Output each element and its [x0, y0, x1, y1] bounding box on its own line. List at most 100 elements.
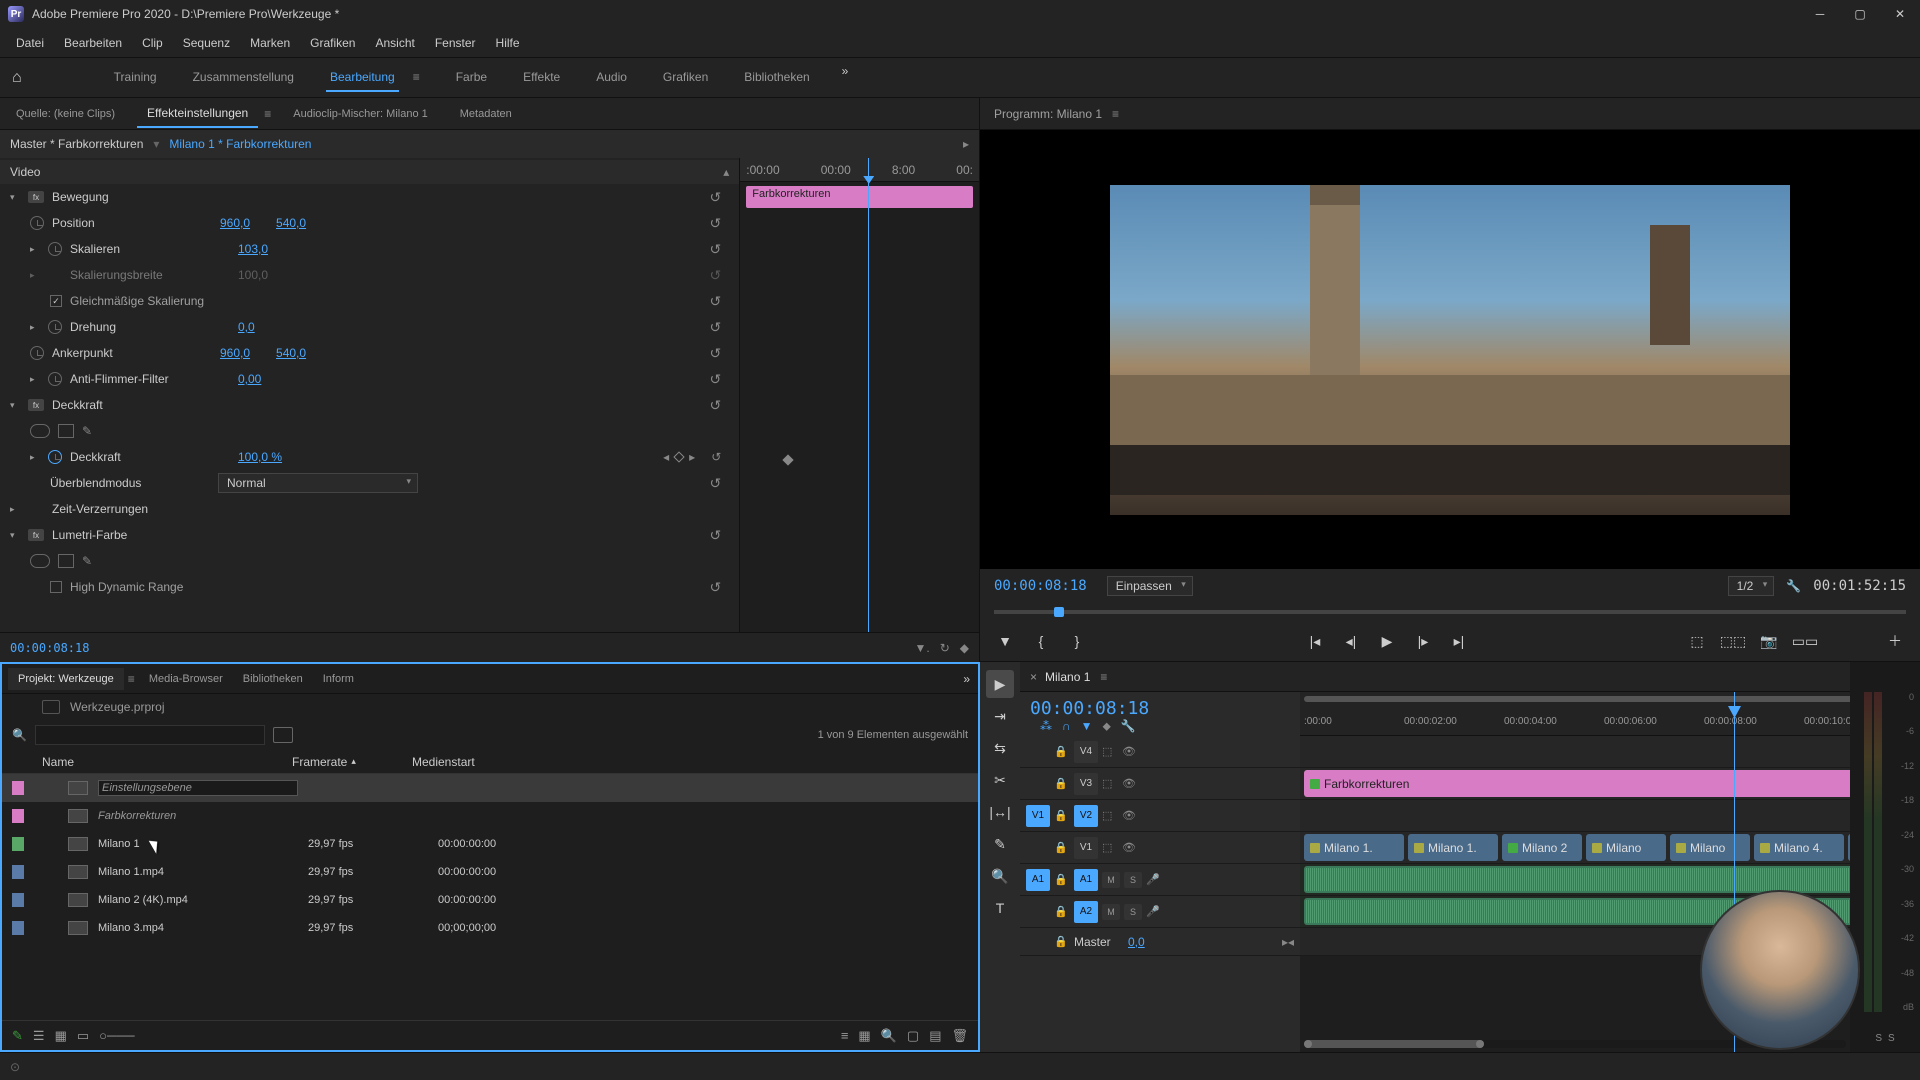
home-icon[interactable]: ⌂: [12, 69, 22, 87]
fx-badge-icon[interactable]: fx: [28, 399, 44, 411]
minimize-button[interactable]: ─: [1808, 2, 1832, 26]
tab-media-browser[interactable]: Media-Browser: [139, 668, 233, 690]
position-y[interactable]: 540,0: [276, 216, 306, 230]
settings-icon[interactable]: ⬥: [1103, 719, 1111, 734]
track-header-v4[interactable]: 🔒 V4 ⬚ 👁: [1020, 736, 1300, 768]
freeform-view-icon[interactable]: ▭: [77, 1028, 89, 1044]
toggle-sync-lock-icon[interactable]: 👁: [1122, 745, 1138, 758]
menu-hilfe[interactable]: Hilfe: [486, 32, 530, 54]
menu-sequenz[interactable]: Sequenz: [173, 32, 240, 54]
timeline-timecode[interactable]: 00:00:08:18: [1030, 698, 1290, 719]
razor-tool[interactable]: ✂: [986, 766, 1014, 794]
toggle-sync-lock-icon[interactable]: 👁: [1122, 841, 1138, 854]
reset-icon[interactable]: ↺: [710, 241, 722, 258]
menu-datei[interactable]: Datei: [6, 32, 54, 54]
ws-tab-bearbeitung[interactable]: Bearbeitung: [326, 64, 399, 92]
stopwatch-opacity[interactable]: [48, 450, 62, 464]
maximize-button[interactable]: ▢: [1848, 2, 1872, 26]
track-target[interactable]: V1: [1074, 837, 1098, 859]
hdr-checkbox[interactable]: [50, 581, 62, 593]
comparison-icon[interactable]: ▭▭: [1794, 630, 1816, 652]
hand-tool[interactable]: 🔍: [986, 862, 1014, 890]
go-to-in-icon[interactable]: |◂: [1304, 630, 1326, 652]
lock-icon[interactable]: 🔒: [1054, 873, 1070, 886]
mark-in-icon[interactable]: {: [1030, 630, 1052, 652]
expand-opacity-val[interactable]: ▸: [30, 452, 40, 463]
stopwatch-position[interactable]: [30, 216, 44, 230]
marker-icon[interactable]: ▼: [1081, 719, 1093, 734]
tab-overflow-icon[interactable]: »: [963, 672, 970, 686]
automate-icon[interactable]: ▦: [858, 1028, 870, 1044]
reset-icon[interactable]: ↺: [710, 215, 722, 232]
ws-tab-effekte[interactable]: Effekte: [519, 64, 564, 92]
snap-icon[interactable]: ⁂: [1040, 719, 1052, 734]
sort-icon[interactable]: ≡: [841, 1028, 849, 1043]
mask-ellipse-icon[interactable]: [30, 554, 50, 568]
reset-icon[interactable]: ↺: [710, 397, 722, 414]
lock-icon[interactable]: 🔒: [1054, 935, 1070, 948]
uniform-scale-checkbox[interactable]: ✓: [50, 295, 62, 307]
toggle-track-output-icon[interactable]: ⬚: [1102, 809, 1118, 822]
step-back-icon[interactable]: ◂|: [1340, 630, 1362, 652]
project-item[interactable]: Einstellungsebene: [2, 774, 978, 802]
label-chip[interactable]: [12, 921, 24, 935]
next-keyframe-icon[interactable]: ▸: [689, 450, 695, 464]
track-target[interactable]: V2: [1074, 805, 1098, 827]
play-icon[interactable]: ▶: [1376, 630, 1398, 652]
expand-rotation[interactable]: ▸: [30, 322, 40, 333]
menu-clip[interactable]: Clip: [132, 32, 173, 54]
expand-time-remap[interactable]: ▸: [10, 504, 20, 515]
reset-icon[interactable]: ↺: [710, 189, 722, 206]
panel-menu-icon[interactable]: ≡: [1112, 107, 1119, 121]
tab-source[interactable]: Quelle: (keine Clips): [6, 102, 125, 126]
keyframe-icon[interactable]: ◆: [960, 641, 969, 655]
delete-icon[interactable]: 🗑: [951, 1028, 968, 1044]
tab-info[interactable]: Inform: [313, 668, 364, 690]
track-header-v1[interactable]: 🔒 V1 ⬚ 👁: [1020, 832, 1300, 864]
new-bin-icon[interactable]: ▢: [907, 1028, 919, 1044]
toggle-track-output-icon[interactable]: ⬚: [1102, 745, 1118, 758]
lock-icon[interactable]: 🔒: [1054, 809, 1070, 822]
add-keyframe-icon[interactable]: [673, 451, 684, 462]
mask-ellipse-icon[interactable]: [30, 424, 50, 438]
video-clip[interactable]: Milano: [1670, 834, 1750, 861]
adjustment-clip[interactable]: Farbkorrekturen: [1304, 770, 1850, 797]
sequence-name[interactable]: Milano 1: [1045, 670, 1090, 684]
toggle-track-output-icon[interactable]: ⬚: [1102, 777, 1118, 790]
selection-tool[interactable]: ▶: [986, 670, 1014, 698]
lock-icon[interactable]: 🔒: [1054, 745, 1070, 758]
mask-rect-icon[interactable]: [58, 424, 74, 438]
zoom-slider-icon[interactable]: ○───: [99, 1028, 134, 1043]
reset-icon[interactable]: ↺: [710, 371, 722, 388]
tab-project[interactable]: Projekt: Werkzeuge: [8, 668, 124, 690]
ws-tab-bibliotheken[interactable]: Bibliotheken: [740, 64, 813, 92]
track-lane-v1[interactable]: Milano 1. Milano 1. Milano 2 Milano Mila…: [1300, 832, 1850, 864]
track-header-master[interactable]: 🔒 Master 0,0 ▸◂: [1020, 928, 1300, 956]
add-marker-icon[interactable]: ▼: [994, 630, 1016, 652]
audio-meters[interactable]: 0 -6 -12 -18 -24 -30 -36 -42 -48 dB S S: [1850, 662, 1920, 1052]
track-select-tool[interactable]: ⇥: [986, 702, 1014, 730]
label-chip[interactable]: [12, 809, 24, 823]
keyframe-diamond-icon[interactable]: [783, 454, 794, 465]
menu-fenster[interactable]: Fenster: [425, 32, 486, 54]
list-view-icon[interactable]: ☰: [33, 1028, 45, 1044]
source-patch-a1[interactable]: A1: [1026, 869, 1050, 891]
chevron-down-icon[interactable]: ▾: [153, 137, 159, 151]
project-item[interactable]: Milano 1 29,97 fps 00:00:00:00: [2, 830, 978, 858]
col-name[interactable]: Name: [42, 755, 292, 769]
track-lane-v4[interactable]: [1300, 736, 1850, 768]
col-framerate[interactable]: Framerate▴: [292, 755, 412, 769]
expand-lumetri[interactable]: ▾: [10, 530, 20, 541]
video-clip[interactable]: Milano 4.: [1754, 834, 1844, 861]
effects-timecode[interactable]: 00:00:08:18: [10, 641, 89, 655]
toggle-sync-lock-icon[interactable]: 👁: [1122, 809, 1138, 822]
project-item[interactable]: Milano 2 (4K).mp4 29,97 fps 00:00:00:00: [2, 886, 978, 914]
expand-icon[interactable]: ▸◂: [1282, 935, 1294, 949]
mini-playhead[interactable]: [868, 158, 869, 632]
play-fx-icon[interactable]: ▸: [963, 137, 969, 151]
track-header-v3[interactable]: 🔒 V3 ⬚ 👁: [1020, 768, 1300, 800]
video-clip[interactable]: Milano 2: [1502, 834, 1582, 861]
fx-badge-icon[interactable]: fx: [28, 191, 44, 203]
reset-icon[interactable]: ↺: [710, 527, 722, 544]
reset-icon[interactable]: ↺: [710, 345, 722, 362]
